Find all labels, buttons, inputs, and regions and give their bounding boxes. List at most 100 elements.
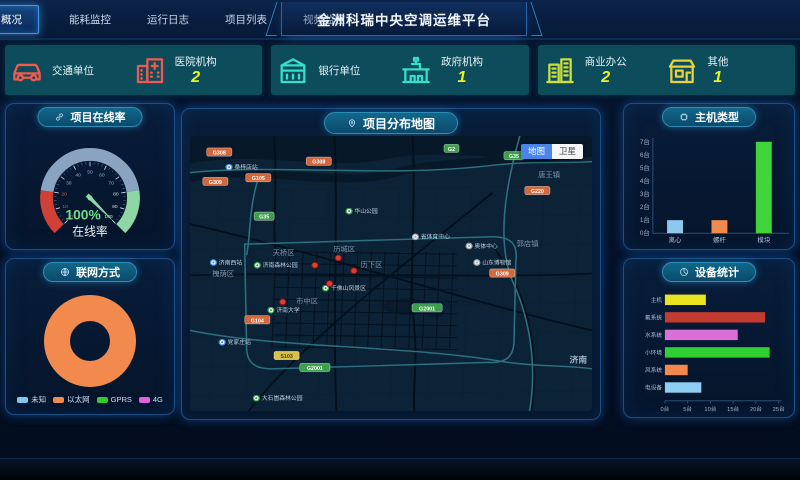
svg-text:25台: 25台 bbox=[773, 405, 785, 413]
project-marker[interactable] bbox=[280, 299, 286, 305]
stat-item-label: 银行单位 bbox=[318, 63, 360, 78]
legend-swatch bbox=[139, 397, 150, 403]
map-layer-satellite[interactable]: 卫星 bbox=[552, 144, 583, 159]
panel-online-rate-header: 项目在线率 bbox=[38, 107, 143, 127]
stat-item-label: 政府机构 bbox=[441, 54, 483, 69]
svg-text:水系统: 水系统 bbox=[645, 331, 662, 339]
panel-title: 设备统计 bbox=[695, 264, 739, 280]
svg-text:40: 40 bbox=[75, 172, 81, 178]
bar-氟系统 bbox=[665, 312, 765, 322]
svg-text:80: 80 bbox=[113, 192, 119, 198]
svg-text:1台: 1台 bbox=[640, 215, 650, 224]
stat-item: 银行单位 bbox=[277, 54, 400, 86]
legend-swatch bbox=[17, 397, 28, 403]
tab-3[interactable]: 运行日志 bbox=[141, 7, 195, 32]
bar-主机 bbox=[665, 295, 706, 305]
top-header: 概况能耗监控运行日志项目列表视频监控 金洲科瑞中央空调运维平台 bbox=[0, 0, 800, 40]
svg-text:电设备: 电设备 bbox=[645, 384, 662, 392]
stat-item: 商业办公2 bbox=[544, 54, 667, 86]
svg-text:3台: 3台 bbox=[640, 189, 650, 198]
svg-text:5台: 5台 bbox=[640, 163, 650, 172]
svg-text:5台: 5台 bbox=[683, 405, 692, 413]
globe-icon bbox=[60, 267, 71, 278]
svg-text:2台: 2台 bbox=[640, 202, 650, 211]
project-marker[interactable] bbox=[351, 268, 357, 274]
svg-text:30: 30 bbox=[66, 180, 72, 186]
stat-card-1: 交通单位医院机构2 bbox=[5, 45, 262, 95]
map-layer-map[interactable]: 地图 bbox=[521, 144, 552, 159]
legend-label: 4G bbox=[153, 395, 163, 404]
stat-cards: 交通单位医院机构2 银行单位 政府机构1 商业办公2 其他1 bbox=[5, 45, 795, 95]
bar-小环境 bbox=[665, 347, 770, 357]
gauge-label: 在线率 bbox=[72, 224, 108, 238]
legend-item[interactable]: 未知 bbox=[17, 394, 46, 405]
svg-text:G309: G309 bbox=[496, 272, 509, 278]
svg-text:主机: 主机 bbox=[651, 296, 663, 304]
svg-text:G35: G35 bbox=[509, 154, 519, 160]
svg-text:S103: S103 bbox=[280, 354, 293, 360]
stat-item-label: 商业办公 bbox=[585, 54, 627, 69]
svg-text:15台: 15台 bbox=[727, 405, 739, 413]
district-label: 槐荫区 bbox=[212, 269, 234, 278]
svg-text:华山公园: 华山公园 bbox=[354, 207, 378, 215]
svg-text:千佛山风景区: 千佛山风景区 bbox=[331, 284, 366, 292]
bar-水系统 bbox=[665, 330, 738, 340]
bar-电设备 bbox=[665, 382, 701, 392]
map-layer-switcher: 地图卫星 bbox=[521, 144, 583, 159]
network-donut-chart bbox=[44, 295, 136, 387]
district-label: 历城区 bbox=[333, 246, 355, 254]
legend-swatch bbox=[53, 397, 64, 403]
legend-item[interactable]: GPRS bbox=[97, 394, 132, 405]
svg-text:省体育中心: 省体育中心 bbox=[421, 233, 451, 241]
stat-item-value: 1 bbox=[458, 69, 467, 86]
svg-text:小环境: 小环境 bbox=[645, 349, 662, 357]
stat-item-label: 交通单位 bbox=[52, 63, 94, 78]
svg-text:50: 50 bbox=[87, 169, 93, 175]
stat-item-text: 商业办公2 bbox=[585, 54, 627, 86]
host-type-chart: 0台1台2台3台4台5台6台7台离心螺杆模块 bbox=[627, 132, 791, 247]
district-label: 郭店镇 bbox=[517, 239, 539, 248]
svg-text:济南森林公园: 济南森林公园 bbox=[263, 261, 298, 269]
district-label: 天桥区 bbox=[273, 248, 295, 257]
panel-network-header: 联网方式 bbox=[43, 262, 137, 282]
district-label: 历下区 bbox=[361, 261, 383, 269]
panel-host-type: 主机类型 0台1台2台3台4台5台6台7台离心螺杆模块 bbox=[623, 103, 795, 250]
gauge-chart: 0102030405060708090100100%在线率 bbox=[6, 130, 174, 248]
map-canvas[interactable]: G308G309G105G308G2G35G35G309G220G104S103… bbox=[190, 136, 592, 411]
project-marker[interactable] bbox=[312, 262, 318, 268]
bar-螺杆 bbox=[711, 220, 727, 233]
link-icon bbox=[55, 112, 66, 123]
panel-title: 项目在线率 bbox=[71, 109, 126, 125]
app-title: 金洲科瑞中央空调运维平台 bbox=[281, 2, 527, 36]
stat-item-text: 交通单位 bbox=[52, 63, 94, 78]
project-marker[interactable] bbox=[326, 281, 332, 287]
tab-2[interactable]: 能耗监控 bbox=[63, 7, 117, 32]
panel-title: 主机类型 bbox=[695, 109, 739, 125]
gauge-value: 100% bbox=[65, 207, 100, 223]
svg-text:模块: 模块 bbox=[757, 235, 770, 244]
city-label: 济南 bbox=[570, 355, 588, 365]
svg-text:G220: G220 bbox=[531, 189, 544, 195]
svg-text:氟系统: 氟系统 bbox=[645, 313, 662, 321]
tab-4[interactable]: 项目列表 bbox=[219, 7, 273, 32]
svg-text:20: 20 bbox=[61, 192, 67, 198]
map-svg: G308G309G105G308G2G35G35G309G220G104S103… bbox=[190, 136, 592, 411]
panel-online-rate: 项目在线率 0102030405060708090100100%在线率 bbox=[5, 103, 175, 250]
svg-text:10台: 10台 bbox=[704, 405, 716, 413]
hospital-icon bbox=[134, 54, 166, 86]
project-marker[interactable] bbox=[335, 255, 341, 261]
tab-1[interactable]: 概况 bbox=[0, 5, 39, 34]
legend-item[interactable]: 以太网 bbox=[53, 394, 90, 405]
svg-text:G308: G308 bbox=[213, 151, 226, 157]
stat-item-text: 其他1 bbox=[707, 54, 728, 86]
svg-text:G2: G2 bbox=[448, 147, 455, 153]
svg-text:60: 60 bbox=[99, 172, 105, 178]
legend-item[interactable]: 4G bbox=[139, 394, 163, 405]
svg-text:0台: 0台 bbox=[640, 228, 650, 237]
district-label: 市中区 bbox=[296, 297, 318, 306]
panel-network-type: 联网方式 未知 以太网 GPRS 4G bbox=[5, 258, 175, 415]
legend-label: 以太网 bbox=[67, 394, 90, 405]
svg-text:G2001: G2001 bbox=[419, 306, 435, 312]
bar-离心 bbox=[667, 220, 683, 233]
stat-card-2: 银行单位 政府机构1 bbox=[271, 45, 528, 95]
